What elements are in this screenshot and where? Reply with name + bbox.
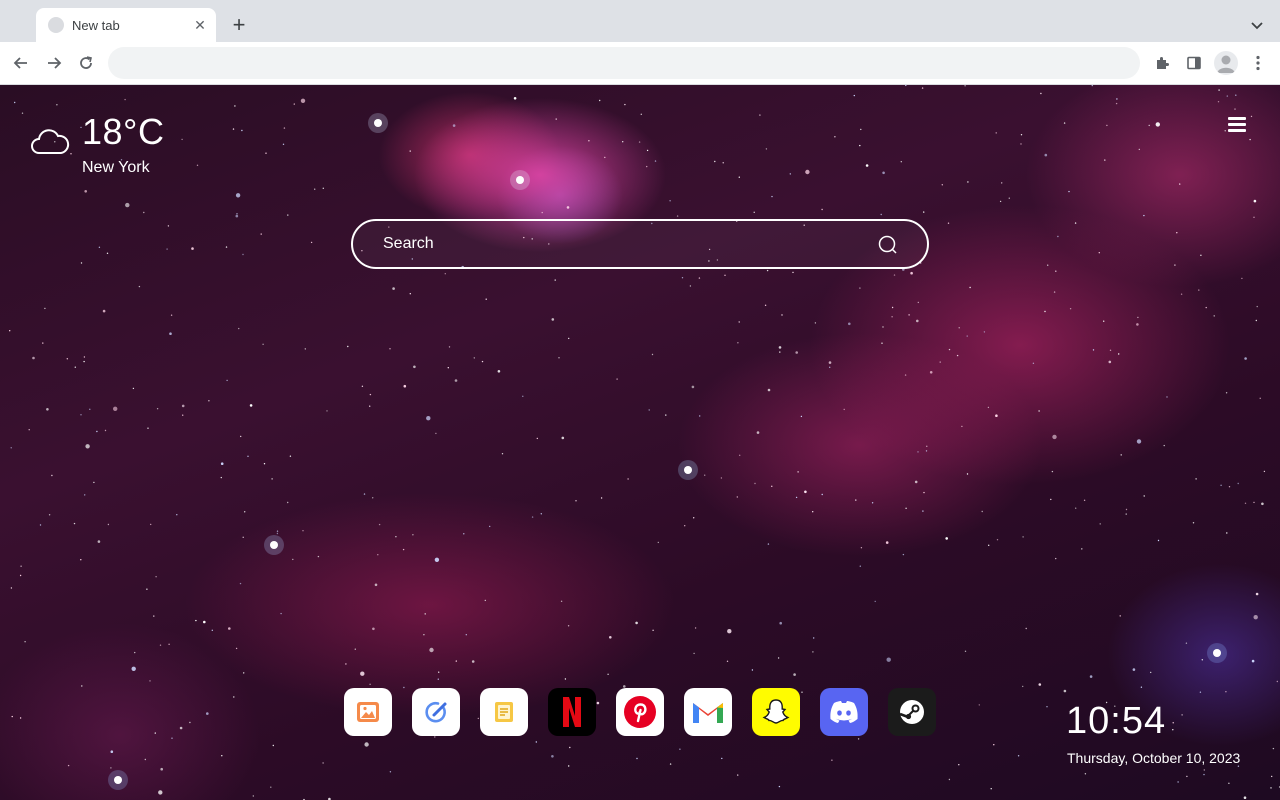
- shortcut-snapchat[interactable]: [752, 688, 800, 736]
- new-tab-button[interactable]: +: [226, 12, 252, 38]
- cloud-icon: [31, 129, 70, 154]
- tab-favicon-icon: [48, 17, 64, 33]
- tab-title: New tab: [72, 17, 120, 33]
- snapchat-icon: [762, 699, 790, 724]
- close-tab-icon[interactable]: ✕: [190, 15, 210, 35]
- steam-icon: [899, 700, 924, 724]
- search-icon[interactable]: [877, 234, 899, 256]
- side-panel-icon[interactable]: [1182, 51, 1206, 75]
- netflix-icon: [563, 697, 581, 727]
- clock-time: 10:54: [1066, 700, 1167, 742]
- gmail-icon: [693, 703, 723, 723]
- reload-button[interactable]: [73, 50, 99, 76]
- browser-toolbar: [0, 42, 1280, 85]
- shortcut-gmail[interactable]: [684, 688, 732, 736]
- tab-search-chevron-icon[interactable]: [1246, 14, 1268, 36]
- more-menu-icon[interactable]: [1246, 51, 1270, 75]
- shortcut-notes[interactable]: [480, 688, 528, 736]
- forward-arrow-icon: [48, 57, 62, 69]
- forward-button[interactable]: [41, 50, 67, 76]
- weather-city: New York: [82, 159, 150, 176]
- weather-widget[interactable]: 18°C New York: [30, 111, 190, 181]
- search-input[interactable]: [383, 221, 863, 267]
- newtab-background: 18°C New York Search 10:54 Thursday, Oct…: [0, 85, 1280, 800]
- tab-strip: New tab ✕ +: [0, 0, 1280, 42]
- weather-temperature: 18°C: [82, 111, 165, 152]
- shortcuts-dock: [344, 688, 936, 736]
- shortcut-edit[interactable]: [412, 688, 460, 736]
- notes-icon: [495, 702, 513, 722]
- search-bar[interactable]: [351, 219, 929, 269]
- address-bar[interactable]: [108, 47, 1140, 79]
- tab-new-tab[interactable]: New tab ✕: [36, 8, 216, 42]
- shortcut-photos[interactable]: [344, 688, 392, 736]
- clock-date: Thursday, October 10, 2023: [1067, 750, 1241, 766]
- shortcut-pinterest[interactable]: [616, 688, 664, 736]
- profile-avatar-icon[interactable]: [1214, 51, 1238, 75]
- pencil-check-icon: [425, 701, 447, 723]
- back-button[interactable]: [8, 50, 34, 76]
- reload-icon: [80, 56, 92, 69]
- shortcut-steam[interactable]: [888, 688, 936, 736]
- pinterest-icon: [624, 696, 656, 728]
- discord-icon: [830, 701, 858, 723]
- shortcut-discord[interactable]: [820, 688, 868, 736]
- shortcut-netflix[interactable]: [548, 688, 596, 736]
- hamburger-menu-icon[interactable]: [1228, 117, 1250, 135]
- image-icon: [357, 702, 379, 722]
- back-arrow-icon: [13, 57, 27, 69]
- extensions-puzzle-icon[interactable]: [1150, 51, 1174, 75]
